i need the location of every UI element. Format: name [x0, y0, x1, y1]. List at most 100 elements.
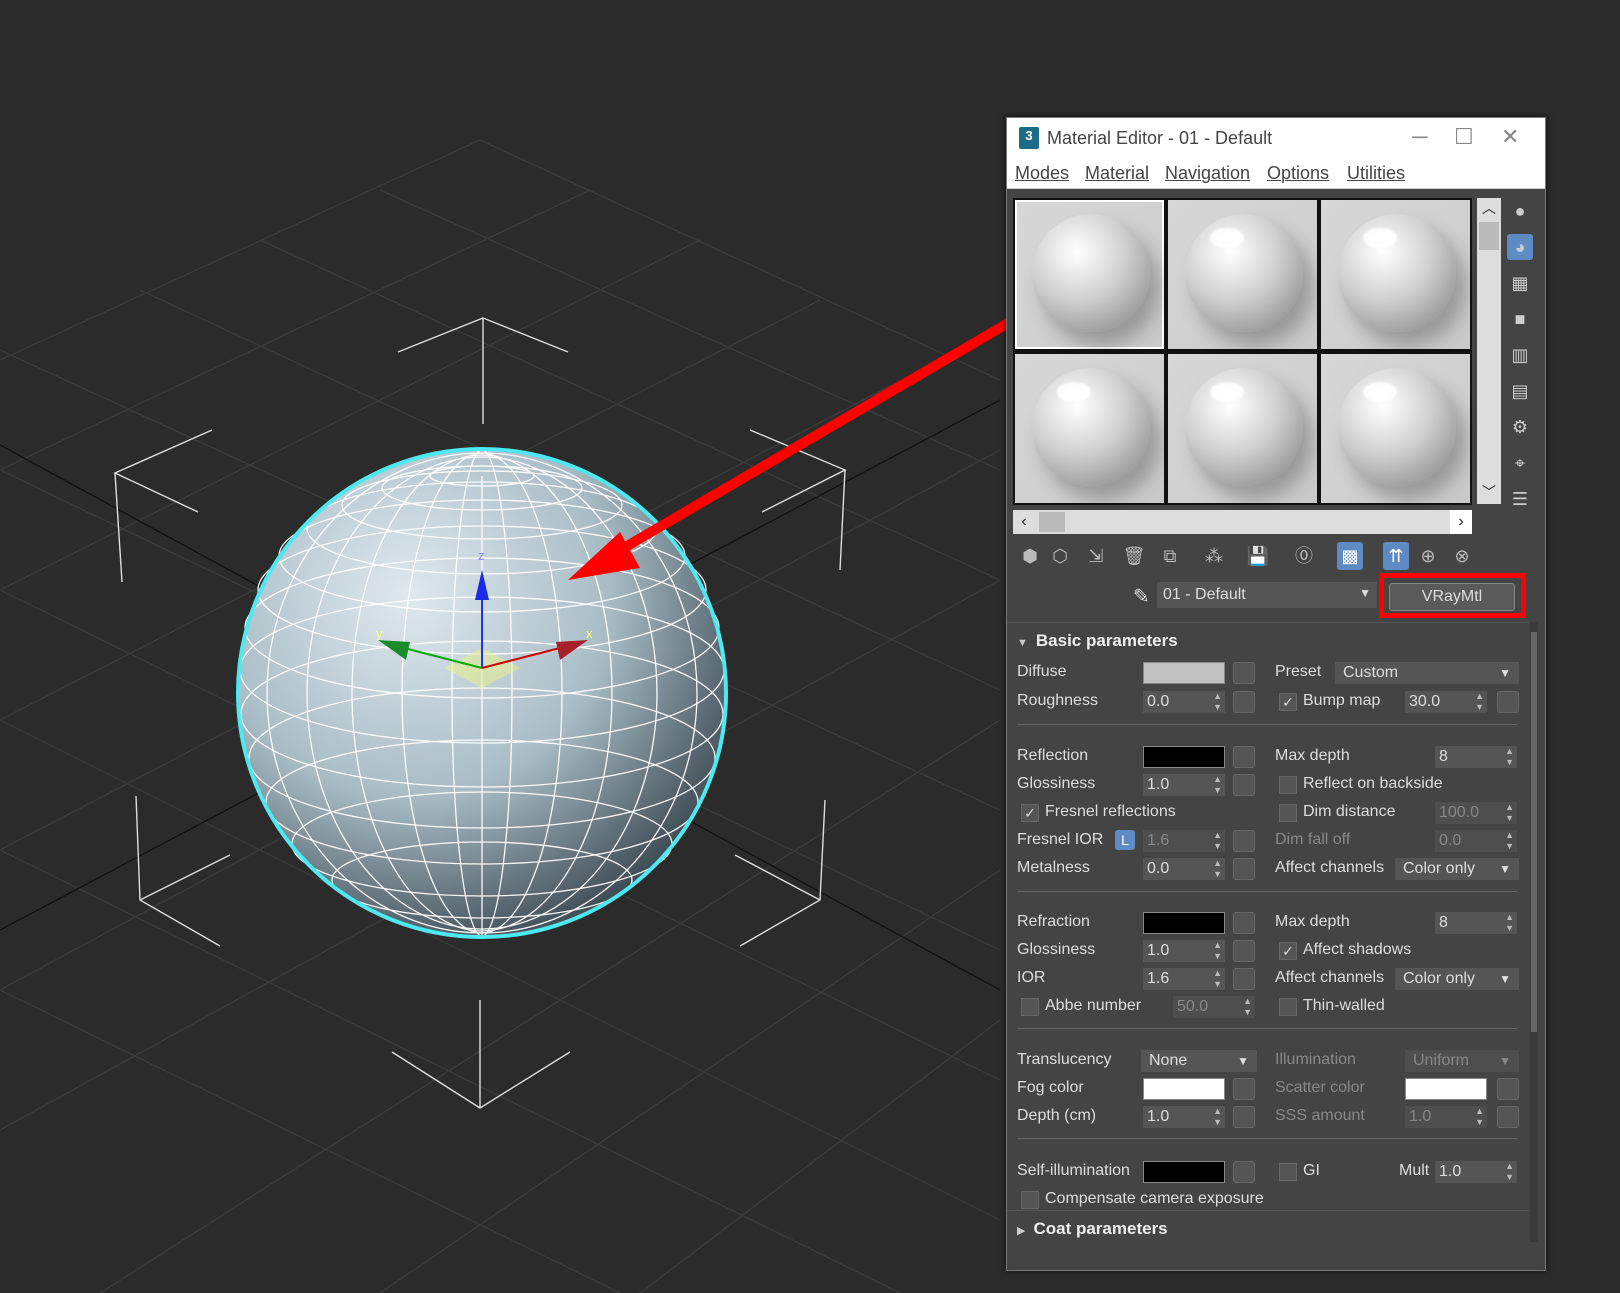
put-material-icon[interactable]: ⬡ — [1047, 542, 1073, 570]
rollout-scrollbar[interactable] — [1530, 622, 1538, 1242]
get-material-icon[interactable]: ⬢ — [1017, 542, 1043, 570]
thin-walled-checkbox[interactable] — [1279, 998, 1297, 1016]
spinner-arrows-icon[interactable]: ▲ ▼ — [1213, 774, 1222, 796]
spinner-arrows-icon[interactable]: ▲ ▼ — [1213, 858, 1222, 880]
refraction-swatch[interactable] — [1143, 912, 1225, 934]
depth-spinner[interactable]: 1.0 ▲ ▼ — [1143, 1106, 1225, 1128]
minimize-icon[interactable]: ─ — [1412, 124, 1428, 150]
basic-parameters-header[interactable]: ▼ Basic parameters — [1017, 631, 1178, 651]
self-illumination-swatch[interactable] — [1143, 1161, 1225, 1183]
material-map-navigator-icon[interactable]: ☰ — [1507, 486, 1533, 512]
put-to-library-icon[interactable]: 💾 — [1245, 542, 1271, 570]
dim-distance-spinner[interactable]: 100.0 ▲ ▼ — [1435, 802, 1517, 824]
chevron-right-icon[interactable]: › — [1450, 510, 1472, 534]
sample-slot-3[interactable] — [1321, 200, 1470, 349]
material-id-icon[interactable]: ⓪ — [1291, 542, 1317, 570]
eyedropper-icon[interactable]: ✎ — [1133, 584, 1150, 609]
uv-tiling-icon[interactable]: ■ — [1507, 306, 1533, 332]
material-name-field[interactable]: 01 - Default ▼ — [1157, 582, 1377, 608]
menu-utilities[interactable]: Utilities — [1347, 163, 1405, 184]
compensate-exposure-checkbox[interactable] — [1021, 1191, 1039, 1209]
reflection-map-button[interactable] — [1233, 746, 1255, 768]
scatter-color-swatch[interactable] — [1405, 1078, 1487, 1100]
gi-checkbox[interactable] — [1279, 1163, 1297, 1181]
close-icon[interactable]: ✕ — [1501, 124, 1519, 150]
refr-max-depth-spinner[interactable]: 8 ▲ ▼ — [1435, 912, 1517, 934]
spinner-arrows-icon[interactable]: ▲ ▼ — [1213, 1106, 1222, 1128]
delete-icon[interactable]: 🗑 — [1121, 542, 1147, 570]
refl-glossiness-spinner[interactable]: 1.0 ▲ ▼ — [1143, 774, 1225, 796]
chevron-up-icon[interactable]: ︿ — [1477, 198, 1501, 220]
make-preview-icon[interactable]: ▤ — [1507, 378, 1533, 404]
spinner-arrows-icon[interactable]: ▲ ▼ — [1243, 996, 1252, 1018]
chevron-down-icon[interactable]: ▼ — [1351, 582, 1371, 604]
show-shaded-material-icon[interactable]: ▩ — [1337, 542, 1363, 570]
refl-max-depth-spinner[interactable]: 8 ▲ ▼ — [1435, 746, 1517, 768]
spinner-arrows-icon[interactable]: ▲ ▼ — [1505, 746, 1514, 768]
refraction-map-button[interactable] — [1233, 912, 1255, 934]
menu-options[interactable]: Options — [1267, 163, 1329, 184]
chevron-left-icon[interactable]: ‹ — [1013, 510, 1035, 534]
sample-slot-4[interactable] — [1015, 354, 1164, 503]
metalness-map-button[interactable] — [1233, 858, 1255, 880]
bump-map-button[interactable] — [1497, 691, 1519, 713]
scatter-color-map-button[interactable] — [1497, 1078, 1519, 1100]
spinner-arrows-icon[interactable]: ▲ ▼ — [1505, 802, 1514, 824]
sample-slot-6[interactable] — [1321, 354, 1470, 503]
select-by-material-icon[interactable]: ⌖ — [1507, 450, 1533, 476]
ior-map-button[interactable] — [1233, 968, 1255, 990]
backlight-icon[interactable]: ◕ — [1507, 234, 1533, 260]
make-copy-icon[interactable]: ⧉ — [1157, 542, 1183, 570]
spinner-arrows-icon[interactable]: ▲ ▼ — [1213, 691, 1222, 713]
reflect-backside-checkbox[interactable] — [1279, 776, 1297, 794]
chevron-down-icon[interactable]: ﹀ — [1477, 482, 1501, 504]
depth-map-button[interactable] — [1233, 1106, 1255, 1128]
refl-affect-channels-dropdown[interactable]: Color only ▼ — [1395, 858, 1519, 880]
show-end-result-icon[interactable]: ⇈ — [1383, 542, 1409, 570]
reflection-swatch[interactable] — [1143, 746, 1225, 768]
abbe-checkbox[interactable] — [1021, 998, 1039, 1016]
affect-shadows-checkbox[interactable]: ✓ — [1279, 942, 1297, 960]
translucency-dropdown[interactable]: None ▼ — [1141, 1050, 1257, 1072]
slots-horizontal-scrollbar[interactable]: ‹ › — [1013, 510, 1472, 534]
spinner-arrows-icon[interactable]: ▲ ▼ — [1505, 1161, 1514, 1183]
video-color-check-icon[interactable]: ▥ — [1507, 342, 1533, 368]
maximize-icon[interactable]: ☐ — [1454, 124, 1474, 150]
dim-falloff-spinner[interactable]: 0.0 ▲ ▼ — [1435, 830, 1517, 852]
spinner-arrows-icon[interactable]: ▲ ▼ — [1475, 691, 1484, 713]
refr-gloss-map-button[interactable] — [1233, 940, 1255, 962]
menu-material[interactable]: Material — [1085, 163, 1149, 184]
abbe-spinner[interactable]: 50.0 ▲ ▼ — [1173, 996, 1255, 1018]
diffuse-map-button[interactable] — [1233, 662, 1255, 684]
sample-type-icon[interactable]: ● — [1507, 198, 1533, 224]
fresnel-ior-map-button[interactable] — [1233, 830, 1255, 852]
fresnel-ior-lock-button[interactable]: L — [1115, 830, 1135, 850]
sss-amount-spinner[interactable]: 1.0 ▲ ▼ — [1405, 1106, 1487, 1128]
coat-parameters-header[interactable]: ▶ Coat parameters — [1017, 1219, 1168, 1239]
sample-slot-5[interactable] — [1168, 354, 1317, 503]
bump-spinner[interactable]: 30.0 ▲ ▼ — [1405, 691, 1487, 713]
spinner-arrows-icon[interactable]: ▲ ▼ — [1505, 912, 1514, 934]
spinner-arrows-icon[interactable]: ▲ ▼ — [1475, 1106, 1484, 1128]
fresnel-checkbox[interactable]: ✓ — [1021, 804, 1039, 822]
dim-distance-checkbox[interactable] — [1279, 804, 1297, 822]
preset-dropdown[interactable]: Custom ▼ — [1335, 662, 1519, 684]
menu-modes[interactable]: Modes — [1015, 163, 1069, 184]
fog-color-map-button[interactable] — [1233, 1078, 1255, 1100]
spinner-arrows-icon[interactable]: ▲ ▼ — [1213, 830, 1222, 852]
options-icon[interactable]: ⚙ — [1507, 414, 1533, 440]
background-checker-icon[interactable]: ▦ — [1507, 270, 1533, 296]
scroll-thumb[interactable] — [1479, 222, 1499, 250]
spinner-arrows-icon[interactable]: ▲ ▼ — [1213, 968, 1222, 990]
sample-slot-2[interactable] — [1168, 200, 1317, 349]
illumination-dropdown[interactable]: Uniform ▼ — [1405, 1050, 1519, 1072]
fog-color-swatch[interactable] — [1143, 1078, 1225, 1100]
menu-navigation[interactable]: Navigation — [1165, 163, 1250, 184]
spinner-arrows-icon[interactable]: ▲ ▼ — [1213, 940, 1222, 962]
slots-vertical-scrollbar[interactable]: ︿ ﹀ — [1477, 198, 1501, 504]
refl-gloss-map-button[interactable] — [1233, 774, 1255, 796]
go-forward-to-sibling-icon[interactable]: ⊗ — [1449, 542, 1475, 570]
scroll-thumb[interactable] — [1531, 632, 1537, 1032]
sample-slot-1[interactable] — [1015, 200, 1164, 349]
go-to-parent-icon[interactable]: ⊕ — [1415, 542, 1441, 570]
